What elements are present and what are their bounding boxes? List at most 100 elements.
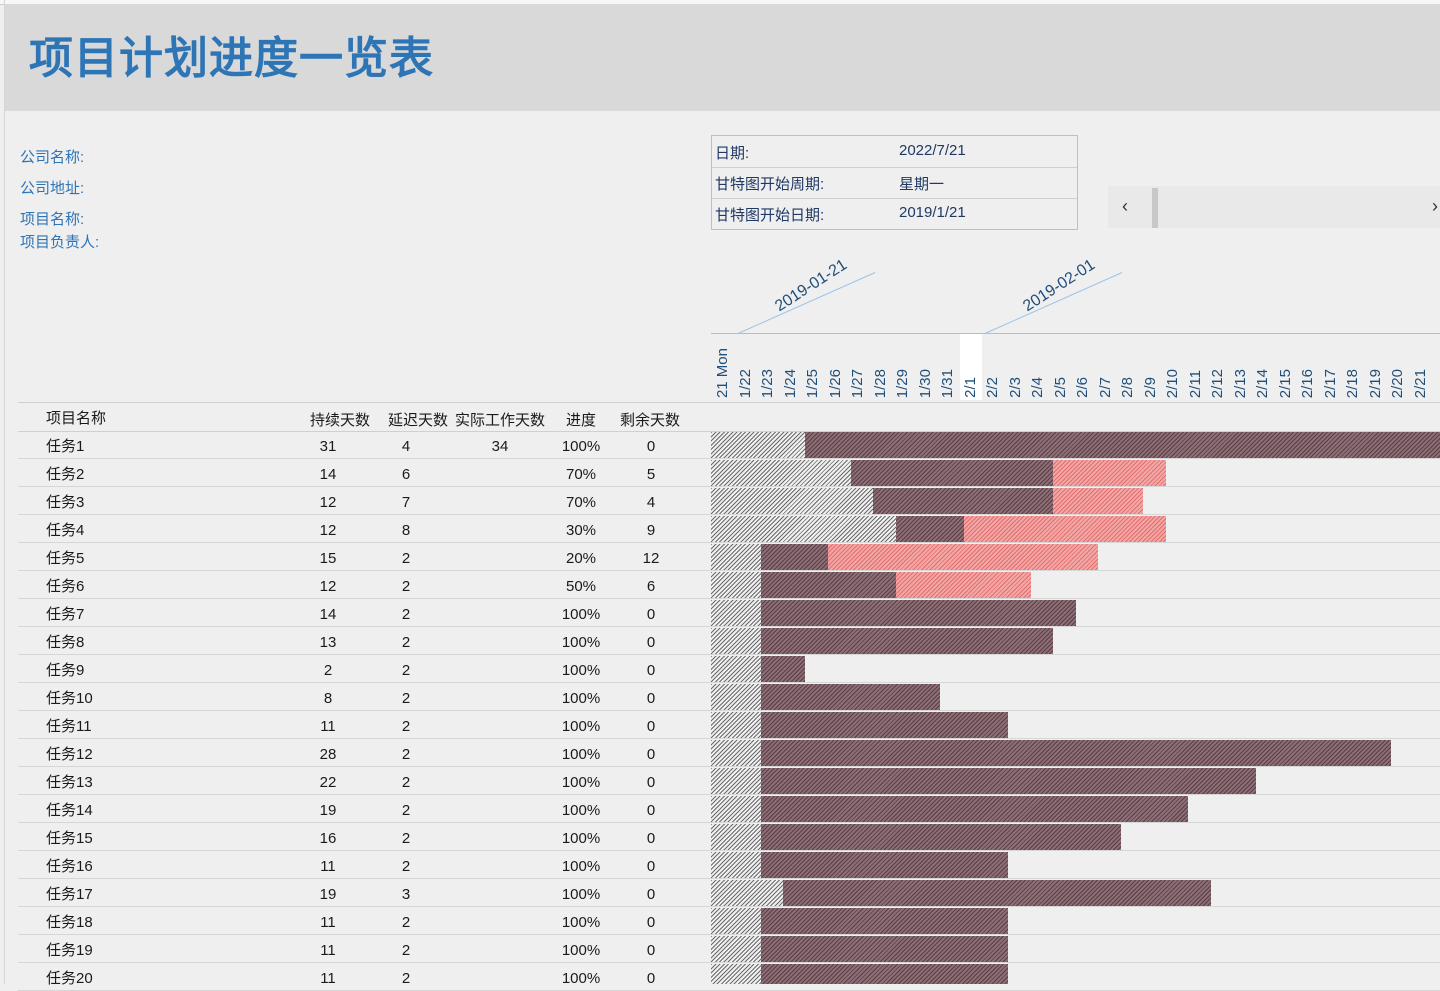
task-duration[interactable]: 15 — [298, 550, 358, 567]
task-remaining[interactable]: 0 — [621, 802, 681, 819]
task-name[interactable]: 任务4 — [46, 519, 84, 540]
task-remaining[interactable]: 0 — [621, 914, 681, 931]
task-remaining[interactable]: 0 — [621, 718, 681, 735]
task-delay[interactable]: 2 — [376, 690, 436, 707]
task-progress[interactable]: 100% — [551, 690, 611, 707]
gantt-scrollbar[interactable]: ‹ › — [1108, 186, 1440, 228]
task-name[interactable]: 任务8 — [46, 631, 84, 652]
task-progress[interactable]: 100% — [551, 438, 611, 455]
date-value[interactable]: 2022/7/21 — [899, 142, 966, 159]
task-name[interactable]: 任务19 — [46, 939, 93, 960]
task-remaining[interactable]: 0 — [621, 634, 681, 651]
task-progress[interactable]: 100% — [551, 830, 611, 847]
gantt-start-week-value[interactable]: 星期一 — [899, 173, 944, 194]
task-remaining[interactable]: 0 — [621, 690, 681, 707]
task-remaining[interactable]: 6 — [621, 578, 681, 595]
task-delay[interactable]: 2 — [376, 578, 436, 595]
task-delay[interactable]: 2 — [376, 970, 436, 987]
task-name[interactable]: 任务11 — [46, 715, 92, 736]
task-progress[interactable]: 100% — [551, 886, 611, 903]
task-name[interactable]: 任务17 — [46, 883, 93, 904]
task-progress[interactable]: 100% — [551, 662, 611, 679]
task-name[interactable]: 任务15 — [46, 827, 93, 848]
task-remaining[interactable]: 0 — [621, 970, 681, 987]
task-duration[interactable]: 11 — [298, 718, 358, 735]
task-duration[interactable]: 19 — [298, 802, 358, 819]
task-name[interactable]: 任务1 — [46, 435, 84, 456]
task-progress[interactable]: 20% — [551, 550, 611, 567]
task-delay[interactable]: 4 — [376, 438, 436, 455]
task-duration[interactable]: 12 — [298, 494, 358, 511]
task-progress[interactable]: 100% — [551, 774, 611, 791]
task-progress[interactable]: 100% — [551, 914, 611, 931]
task-progress[interactable]: 70% — [551, 466, 611, 483]
task-duration[interactable]: 12 — [298, 578, 358, 595]
task-delay[interactable]: 2 — [376, 634, 436, 651]
task-progress[interactable]: 100% — [551, 802, 611, 819]
task-duration[interactable]: 8 — [298, 690, 358, 707]
task-delay[interactable]: 2 — [376, 830, 436, 847]
task-delay[interactable]: 7 — [376, 494, 436, 511]
task-remaining[interactable]: 0 — [621, 606, 681, 623]
task-progress[interactable]: 100% — [551, 746, 611, 763]
task-delay[interactable]: 2 — [376, 858, 436, 875]
task-actual[interactable]: 34 — [470, 438, 530, 455]
task-progress[interactable]: 50% — [551, 578, 611, 595]
task-progress[interactable]: 100% — [551, 942, 611, 959]
gantt-start-date-value[interactable]: 2019/1/21 — [899, 204, 966, 221]
task-progress[interactable]: 100% — [551, 970, 611, 987]
task-remaining[interactable]: 0 — [621, 438, 681, 455]
task-duration[interactable]: 11 — [298, 858, 358, 875]
task-progress[interactable]: 100% — [551, 634, 611, 651]
task-name[interactable]: 任务9 — [46, 659, 84, 680]
task-duration[interactable]: 28 — [298, 746, 358, 763]
task-delay[interactable]: 3 — [376, 886, 436, 903]
task-progress[interactable]: 100% — [551, 718, 611, 735]
task-duration[interactable]: 11 — [298, 942, 358, 959]
task-delay[interactable]: 2 — [376, 718, 436, 735]
task-duration[interactable]: 13 — [298, 634, 358, 651]
task-duration[interactable]: 2 — [298, 662, 358, 679]
task-delay[interactable]: 2 — [376, 550, 436, 567]
scroll-thumb[interactable] — [1152, 188, 1158, 228]
task-name[interactable]: 任务10 — [46, 687, 93, 708]
task-remaining[interactable]: 0 — [621, 942, 681, 959]
task-delay[interactable]: 2 — [376, 914, 436, 931]
task-duration[interactable]: 19 — [298, 886, 358, 903]
task-remaining[interactable]: 5 — [621, 466, 681, 483]
task-name[interactable]: 任务13 — [46, 771, 93, 792]
task-duration[interactable]: 11 — [298, 970, 358, 987]
task-remaining[interactable]: 0 — [621, 774, 681, 791]
task-name[interactable]: 任务14 — [46, 799, 93, 820]
task-name[interactable]: 任务20 — [46, 967, 93, 988]
task-remaining[interactable]: 0 — [621, 886, 681, 903]
task-name[interactable]: 任务7 — [46, 603, 84, 624]
task-delay[interactable]: 2 — [376, 606, 436, 623]
task-name[interactable]: 任务6 — [46, 575, 84, 596]
task-progress[interactable]: 70% — [551, 494, 611, 511]
task-remaining[interactable]: 4 — [621, 494, 681, 511]
task-duration[interactable]: 14 — [298, 606, 358, 623]
task-progress[interactable]: 100% — [551, 858, 611, 875]
task-duration[interactable]: 31 — [298, 438, 358, 455]
task-progress[interactable]: 30% — [551, 522, 611, 539]
task-duration[interactable]: 16 — [298, 830, 358, 847]
task-remaining[interactable]: 0 — [621, 662, 681, 679]
task-name[interactable]: 任务18 — [46, 911, 93, 932]
task-remaining[interactable]: 0 — [621, 858, 681, 875]
task-delay[interactable]: 2 — [376, 662, 436, 679]
task-duration[interactable]: 14 — [298, 466, 358, 483]
task-remaining[interactable]: 9 — [621, 522, 681, 539]
task-progress[interactable]: 100% — [551, 606, 611, 623]
task-name[interactable]: 任务5 — [46, 547, 84, 568]
task-delay[interactable]: 2 — [376, 746, 436, 763]
task-remaining[interactable]: 12 — [621, 550, 681, 567]
task-name[interactable]: 任务12 — [46, 743, 93, 764]
chevron-left-icon[interactable]: ‹ — [1122, 196, 1128, 217]
task-remaining[interactable]: 0 — [621, 746, 681, 763]
task-duration[interactable]: 12 — [298, 522, 358, 539]
task-name[interactable]: 任务3 — [46, 491, 84, 512]
task-remaining[interactable]: 0 — [621, 830, 681, 847]
task-name[interactable]: 任务2 — [46, 463, 84, 484]
task-name[interactable]: 任务16 — [46, 855, 93, 876]
